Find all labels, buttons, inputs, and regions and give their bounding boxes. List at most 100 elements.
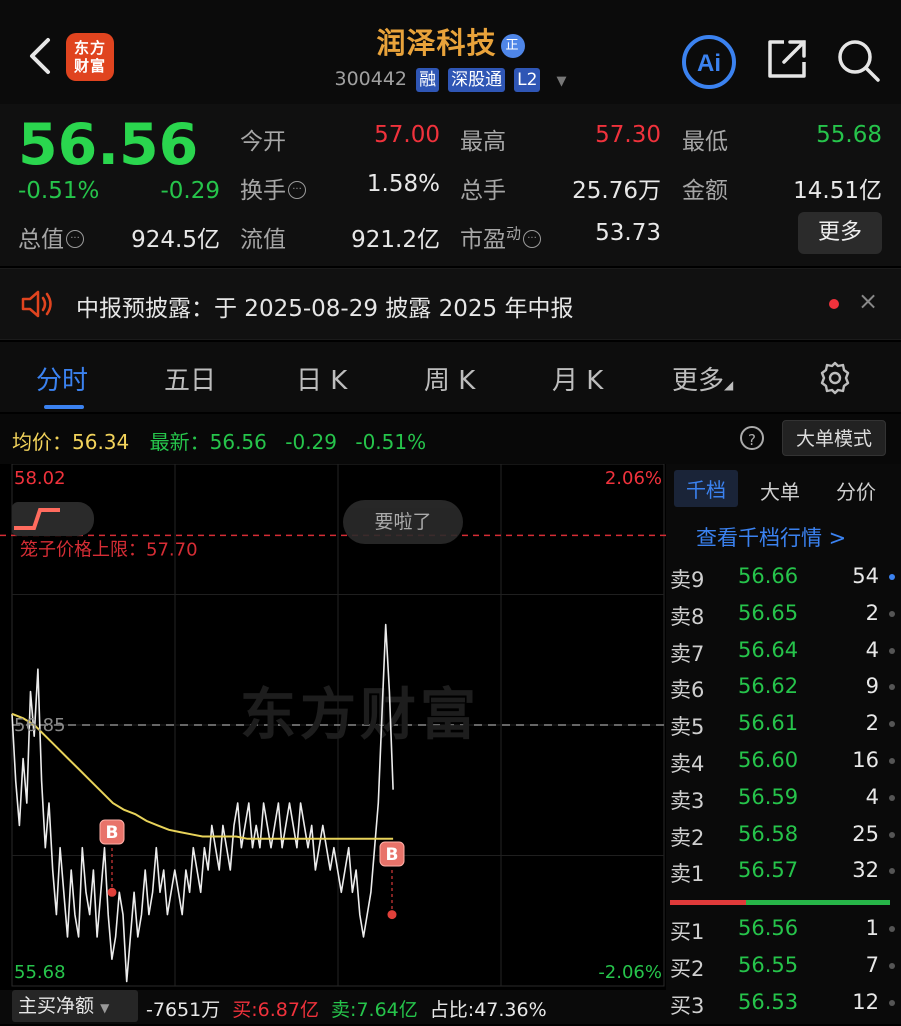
close-icon[interactable]: × xyxy=(858,287,878,315)
ask-row[interactable]: 卖8 56.65 2 xyxy=(666,601,901,637)
level-dot xyxy=(889,647,895,654)
level-price: 56.61 xyxy=(738,711,799,736)
level-label: 卖1 xyxy=(670,862,705,887)
bid-row[interactable]: 买3 56.53 12 xyxy=(666,990,901,1026)
ask-row[interactable]: 卖2 56.58 25 xyxy=(666,822,901,858)
low-value: 55.68 xyxy=(816,122,882,148)
settings-gear-icon[interactable] xyxy=(817,360,853,396)
low-label: 最低 xyxy=(682,129,728,155)
book-tab-price[interactable]: 分价 xyxy=(836,476,876,505)
trend-up-icon xyxy=(14,508,60,530)
ask-row[interactable]: 卖4 56.60 16 xyxy=(666,748,901,784)
info-icon[interactable]: ··· xyxy=(523,230,542,248)
help-icon[interactable]: ? xyxy=(740,426,764,450)
watermark: 东方财富 xyxy=(240,683,480,748)
ask-row[interactable]: 卖9 56.66 54 xyxy=(666,564,901,600)
ask-row[interactable]: 卖5 56.61 2 xyxy=(666,711,901,747)
ask-row[interactable]: 卖1 56.57 32 xyxy=(666,858,901,894)
share-icon[interactable] xyxy=(764,36,810,82)
price-series-line xyxy=(11,623,394,983)
level-price: 56.66 xyxy=(738,564,799,588)
bid-row[interactable]: 买2 56.55 7 xyxy=(666,953,901,989)
level-label: 卖9 xyxy=(670,568,705,592)
level-volume: 7 xyxy=(865,952,879,977)
chart-tabs: 分时 五日 日 K 周 K 月 K 更多◢ xyxy=(0,342,901,412)
info-icon[interactable]: ··· xyxy=(288,181,306,199)
open-label: 今开 xyxy=(240,129,286,155)
buy-marker-label: B xyxy=(106,823,119,843)
level-price: 56.62 xyxy=(738,674,799,699)
level-dot xyxy=(889,758,895,764)
level-price: 56.65 xyxy=(738,600,799,625)
tab-intraday[interactable]: 分时 xyxy=(36,360,88,397)
search-icon[interactable] xyxy=(834,36,882,84)
latest-pct: -0.51% xyxy=(355,430,427,454)
open-value: 57.00 xyxy=(374,122,440,148)
level-label: 买1 xyxy=(670,920,705,944)
mini-trend-toggle[interactable] xyxy=(12,502,94,536)
level-label: 卖4 xyxy=(670,752,705,776)
market-cap-value: 924.5亿 xyxy=(131,227,220,253)
buy-marker-dot xyxy=(107,887,117,897)
level-label: 买3 xyxy=(670,993,705,1018)
order-book-panel: 千档 大单 分价 查看千档行情 > 卖9 56.66 54 卖8 56.65 2 卖7 56.… xyxy=(666,464,901,1024)
buy-value: 6.87亿 xyxy=(257,999,319,1021)
level-price: 56.56 xyxy=(738,916,799,940)
level-dot xyxy=(889,610,895,617)
level-price: 56.55 xyxy=(738,952,799,977)
pct-axis-bottom-label: -2.06% xyxy=(598,962,662,983)
level-dot xyxy=(889,831,895,838)
tag-level2: L2 xyxy=(514,68,541,92)
book-tab-bigorder[interactable]: 大单 xyxy=(760,476,800,505)
high-value: 57.30 xyxy=(595,122,661,148)
chart-canvas: 东方财富 B B 58.02 55.68 2.06% -2.06% 56.85 笼子价格上限… xyxy=(0,464,666,987)
level-dot xyxy=(889,926,895,932)
ai-assistant-icon[interactable]: Ai xyxy=(681,34,737,90)
tag-connect: 深股通 xyxy=(448,68,506,92)
bid-row[interactable]: 买1 56.56 1 xyxy=(666,916,901,952)
info-icon[interactable]: ··· xyxy=(66,230,84,248)
level-volume: 4 xyxy=(865,784,879,809)
notice-bar[interactable]: 中报预披露：于 2025-08-29 披露 2025 年中报 × xyxy=(0,268,901,340)
stock-name: 润泽科技 xyxy=(376,26,497,60)
ask-row[interactable]: 卖3 56.59 4 xyxy=(666,785,901,821)
sell-ratio-bar xyxy=(670,900,746,905)
level-label: 买2 xyxy=(670,956,705,981)
tab-five-day[interactable]: 五日 xyxy=(164,360,216,397)
prev-close-label: 56.85 xyxy=(14,715,66,736)
market-cap-label: 总值 ··· xyxy=(18,220,84,254)
more-corner-icon: ◢ xyxy=(724,378,734,392)
level-dot xyxy=(889,999,895,1006)
buy-marker-dot xyxy=(387,910,397,920)
more-button[interactable]: 更多 xyxy=(798,212,882,254)
level-price: 56.59 xyxy=(738,784,799,809)
level-price: 56.58 xyxy=(738,821,799,846)
avg-value: 56.34 xyxy=(72,430,130,454)
active-tab-indicator xyxy=(44,405,84,409)
level-label: 卖6 xyxy=(670,678,705,703)
level-price: 56.64 xyxy=(738,637,799,662)
tab-monthly-k[interactable]: 月 K xyxy=(552,360,603,397)
view-depth-link[interactable]: 查看千档行情 > xyxy=(696,522,846,552)
intraday-chart[interactable]: 东方财富 B B 58.02 55.68 2.06% -2.06% 56.85 笼子价格上限… xyxy=(0,464,666,990)
tab-daily-k[interactable]: 日 K xyxy=(296,360,347,397)
latest-value: 56.56 xyxy=(209,430,267,454)
level-label: 卖8 xyxy=(670,604,705,629)
book-tab-depth[interactable]: 千档 xyxy=(674,470,738,507)
y-axis-top-label: 58.02 xyxy=(14,468,66,489)
tab-weekly-k[interactable]: 周 K xyxy=(424,360,475,397)
ask-row[interactable]: 卖7 56.64 4 xyxy=(666,638,901,674)
quote-panel: 56.56 -0.51% -0.29 总值 ··· 924.5亿 今开 57.00… xyxy=(0,104,901,266)
net-buy-selector[interactable]: 主买净额 ▼ xyxy=(12,990,138,1022)
ask-row[interactable]: 卖6 56.62 9 xyxy=(666,674,901,710)
dropdown-caret-icon[interactable]: ▼ xyxy=(557,74,567,89)
tag-margin: 融 xyxy=(416,68,440,92)
level-volume: 2 xyxy=(865,600,879,625)
tab-more[interactable]: 更多◢ xyxy=(672,360,733,397)
amount-value: 14.51亿 xyxy=(793,178,882,204)
price-cap-label: 笼子价格上限：57.70 xyxy=(20,539,198,560)
promo-bubble[interactable]: 要啦了 xyxy=(343,500,463,544)
high-label: 最高 xyxy=(460,129,506,155)
big-order-mode-button[interactable]: 大单模式 xyxy=(782,420,886,456)
latest-change: -0.29 xyxy=(285,430,337,454)
